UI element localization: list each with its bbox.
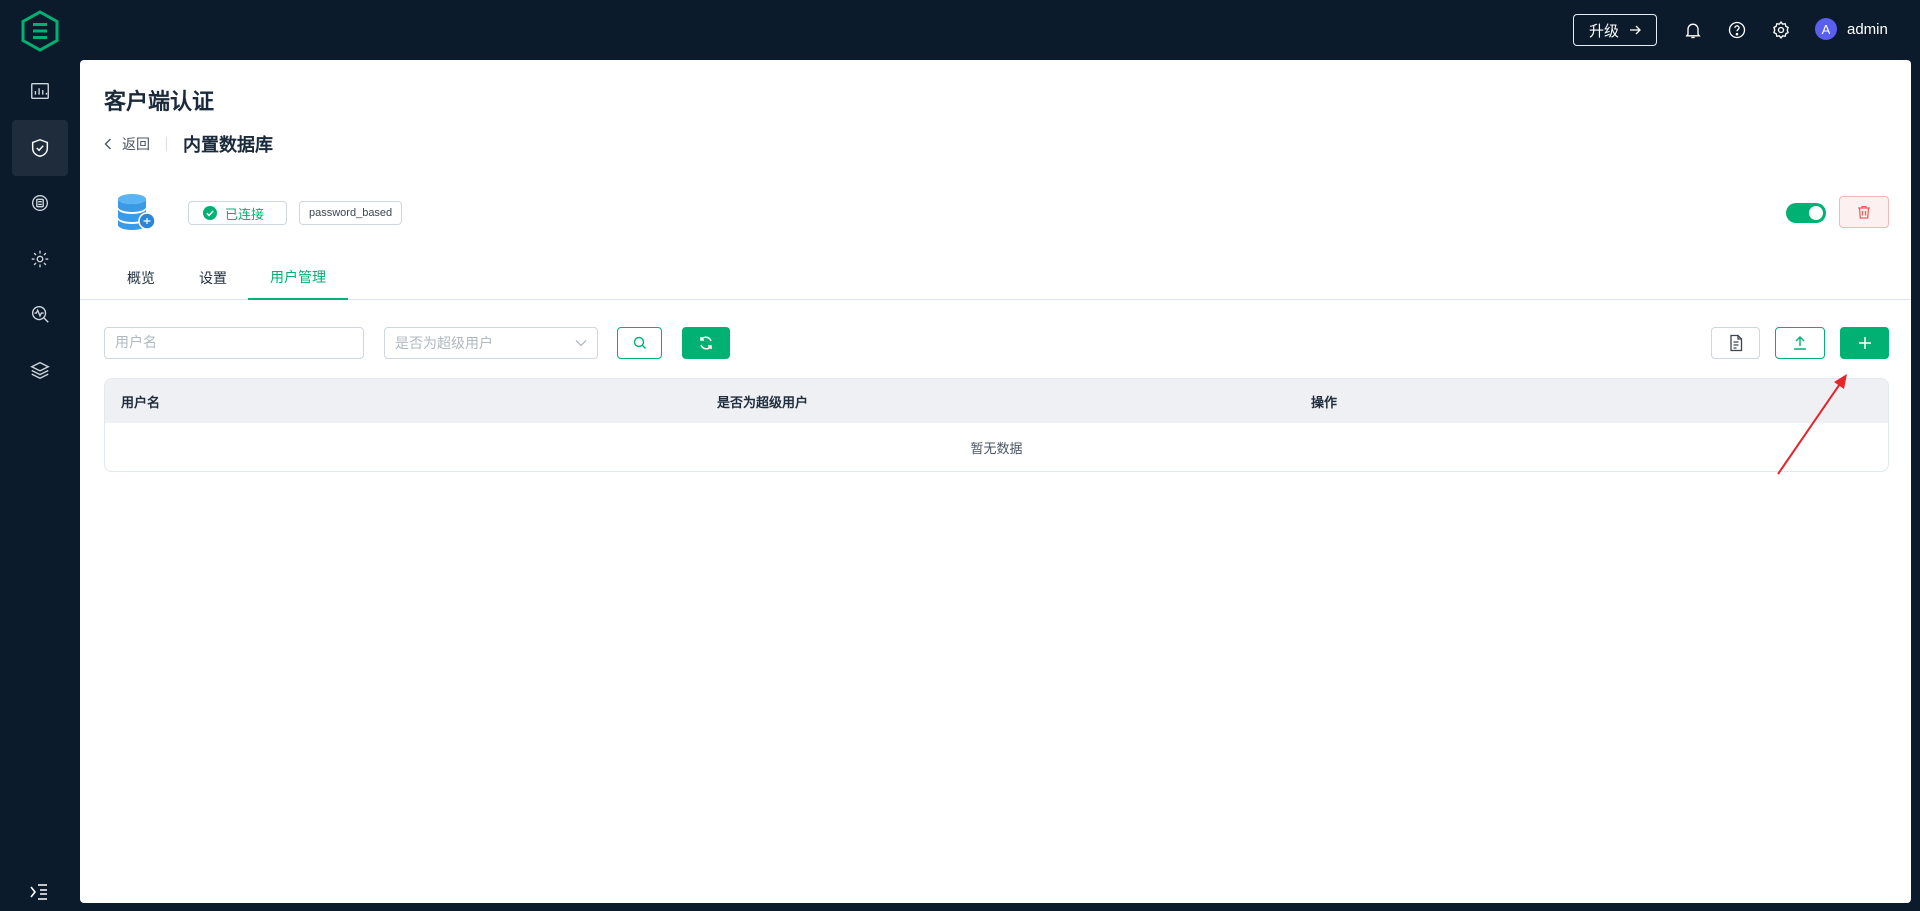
back-link[interactable]: 返回 <box>104 134 150 154</box>
export-button[interactable] <box>1711 327 1760 359</box>
menu-collapse-icon <box>30 884 47 900</box>
page-title: 客户端认证 <box>104 90 215 115</box>
bell-icon <box>1685 23 1701 39</box>
sidebar <box>0 0 80 911</box>
arrow-right-icon <box>1630 25 1641 35</box>
tab-overview[interactable]: 概览 <box>117 256 165 300</box>
column-header-username: 用户名 <box>121 395 161 411</box>
back-label: 返回 <box>122 137 150 153</box>
sidebar-item-system[interactable] <box>12 342 68 398</box>
main-panel: 客户端认证 返回 内置数据库 已连接 password_based 概览 设置 <box>80 60 1911 903</box>
breadcrumb-current: 内置数据库 <box>183 135 273 156</box>
status-badge: 已连接 <box>188 201 287 225</box>
breadcrumb: 返回 内置数据库 <box>104 132 273 156</box>
add-user-button[interactable] <box>1840 327 1889 359</box>
search-icon <box>633 336 646 349</box>
gear-settings-icon <box>31 250 49 268</box>
users-table: 用户名 是否为超级用户 操作 暂无数据 <box>104 378 1889 472</box>
sidebar-item-access-control[interactable] <box>12 120 68 176</box>
sidebar-item-management[interactable] <box>12 231 68 287</box>
shield-icon <box>31 138 49 158</box>
avatar: A <box>1815 18 1837 40</box>
chart-icon <box>31 82 49 100</box>
table-header: 用户名 是否为超级用户 操作 <box>105 379 1888 423</box>
sidebar-item-dashboard[interactable] <box>12 63 68 119</box>
search-button[interactable] <box>617 327 662 359</box>
layers-icon <box>30 361 50 380</box>
check-circle-icon <box>203 206 217 220</box>
plus-icon <box>1858 337 1871 349</box>
settings-button[interactable] <box>1769 18 1793 42</box>
username: admin <box>1847 20 1888 38</box>
document-icon <box>1729 334 1742 352</box>
delete-button[interactable] <box>1839 196 1889 228</box>
refresh-button[interactable] <box>682 327 730 359</box>
tab-settings[interactable]: 设置 <box>189 256 237 300</box>
database-icon <box>118 194 156 230</box>
notification-button[interactable] <box>1681 18 1705 42</box>
superuser-select[interactable]: 是否为超级用户 <box>384 327 598 359</box>
superuser-select-placeholder: 是否为超级用户 <box>395 336 493 352</box>
user-menu[interactable]: A admin <box>1815 18 1888 40</box>
diagnose-icon <box>31 305 49 323</box>
empty-state: 暂无数据 <box>970 441 1023 457</box>
enable-toggle[interactable] <box>1786 203 1826 223</box>
question-circle-icon <box>1728 21 1746 39</box>
refresh-icon <box>700 336 712 350</box>
collapse-sidebar-button[interactable] <box>28 881 50 903</box>
upgrade-button[interactable]: 升级 <box>1573 14 1657 46</box>
column-header-actions: 操作 <box>1311 395 1338 411</box>
tab-user-management[interactable]: 用户管理 <box>248 256 348 300</box>
username-search-input[interactable] <box>104 327 364 359</box>
integration-icon <box>31 194 49 212</box>
emqx-logo-icon[interactable] <box>20 10 60 52</box>
chevron-down-icon <box>575 340 587 347</box>
breadcrumb-divider <box>166 137 167 151</box>
gear-icon <box>1773 21 1789 39</box>
sidebar-item-diagnose[interactable] <box>12 286 68 342</box>
help-button[interactable] <box>1725 18 1749 42</box>
status-label: 已连接 <box>225 207 265 223</box>
trash-icon <box>1858 205 1870 219</box>
import-button[interactable] <box>1775 327 1825 359</box>
chevron-left-icon <box>104 138 111 150</box>
upgrade-label: 升级 <box>1588 21 1619 40</box>
upload-icon <box>1794 336 1806 350</box>
top-bar: 升级 A admin <box>80 0 1920 60</box>
column-header-superuser: 是否为超级用户 <box>717 395 809 411</box>
tab-bar: 概览 设置 用户管理 <box>80 256 1911 300</box>
sidebar-item-integration[interactable] <box>12 175 68 231</box>
mechanism-badge: password_based <box>299 201 403 225</box>
